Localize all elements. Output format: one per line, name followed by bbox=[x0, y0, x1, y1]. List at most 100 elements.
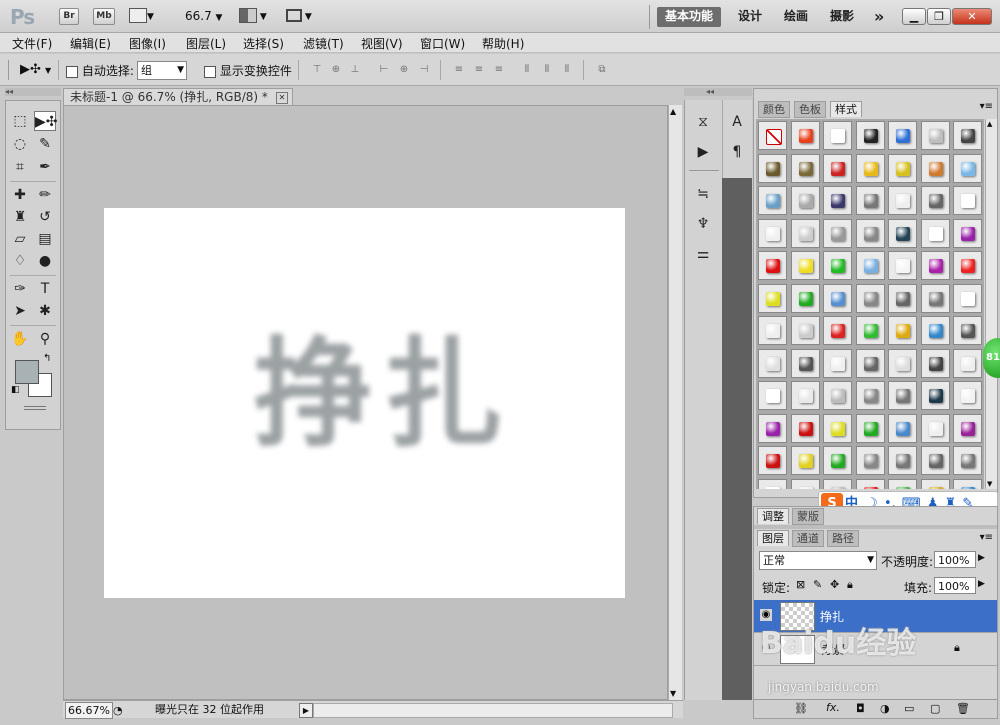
menu-help[interactable]: 帮助(H) bbox=[482, 35, 524, 52]
align-right-icon[interactable]: ⊣ bbox=[417, 64, 431, 76]
style-swatch[interactable] bbox=[888, 218, 917, 248]
style-swatch[interactable] bbox=[855, 121, 885, 150]
menu-select[interactable]: 选择(S) bbox=[243, 35, 284, 52]
style-swatch[interactable] bbox=[790, 283, 820, 313]
style-swatch[interactable] bbox=[855, 413, 885, 443]
vertical-scrollbar[interactable]: ▲ ▼ bbox=[668, 105, 682, 700]
style-swatch[interactable] bbox=[920, 446, 950, 475]
blur-tool-icon[interactable]: ♢ bbox=[9, 251, 31, 271]
adjustment-layer-icon[interactable]: ◑ bbox=[880, 702, 890, 715]
quick-selection-tool-icon[interactable]: ✎ bbox=[34, 134, 56, 154]
fill-slider-arrow-icon[interactable]: ▶ bbox=[978, 579, 985, 589]
style-swatch[interactable] bbox=[953, 121, 982, 150]
path-selection-tool-icon[interactable]: ➤ bbox=[9, 301, 31, 321]
tab-channels[interactable]: 通道 bbox=[792, 530, 824, 547]
auto-align-layers-icon[interactable]: ⧉ bbox=[595, 64, 609, 76]
style-swatch[interactable] bbox=[888, 153, 917, 183]
quick-mask-icon[interactable] bbox=[24, 406, 46, 410]
paragraph-panel-icon[interactable]: ¶ bbox=[727, 142, 747, 162]
style-swatch[interactable] bbox=[920, 478, 950, 489]
gradient-tool-icon[interactable]: ▤ bbox=[34, 229, 56, 249]
bridge-button[interactable]: Br bbox=[59, 8, 79, 25]
menu-window[interactable]: 窗口(W) bbox=[420, 35, 465, 52]
mini-bridge-button[interactable]: Mb bbox=[93, 8, 115, 25]
style-swatch[interactable] bbox=[823, 251, 852, 280]
style-swatch[interactable] bbox=[888, 316, 917, 345]
zoom-status-field[interactable]: 66.67% bbox=[65, 702, 113, 719]
align-vertical-center-icon[interactable]: ⊕ bbox=[329, 64, 343, 76]
crop-tool-icon[interactable]: ⌗ bbox=[9, 157, 31, 177]
align-bottom-icon[interactable]: ⊥ bbox=[348, 64, 362, 76]
style-swatch[interactable] bbox=[920, 413, 950, 443]
scroll-down-icon[interactable]: ▼ bbox=[670, 689, 676, 698]
style-swatch[interactable] bbox=[888, 446, 917, 475]
tab-adjustments[interactable]: 调整 bbox=[757, 508, 789, 524]
healing-brush-tool-icon[interactable]: ✚ bbox=[9, 185, 31, 205]
lock-all-icon[interactable]: 🔒︎ bbox=[847, 578, 853, 592]
link-layers-icon[interactable]: ⛓ bbox=[794, 702, 808, 715]
style-swatch[interactable] bbox=[855, 381, 885, 410]
close-button[interactable]: ✕ bbox=[952, 8, 992, 25]
panel-menu-icon[interactable]: ▾≡ bbox=[980, 532, 993, 543]
style-swatch[interactable] bbox=[790, 316, 820, 345]
style-swatch[interactable] bbox=[790, 186, 820, 215]
style-swatch[interactable] bbox=[888, 186, 917, 215]
style-swatch[interactable] bbox=[758, 478, 787, 489]
show-transform-controls-checkbox[interactable]: 显示变换控件 bbox=[204, 62, 292, 79]
style-swatch[interactable] bbox=[790, 153, 820, 183]
style-swatch[interactable] bbox=[855, 316, 885, 345]
clone-source-panel-icon[interactable]: ♆ bbox=[693, 214, 713, 234]
style-swatch[interactable] bbox=[855, 446, 885, 475]
style-swatch[interactable] bbox=[855, 283, 885, 313]
auto-select-mode-select[interactable]: 组 ▼ bbox=[137, 61, 187, 80]
style-swatch[interactable] bbox=[855, 251, 885, 280]
style-swatch[interactable] bbox=[823, 186, 852, 215]
distribute-top-icon[interactable]: ≡ bbox=[452, 64, 466, 76]
style-swatch[interactable] bbox=[758, 283, 787, 313]
type-tool-icon[interactable]: T bbox=[34, 279, 56, 299]
distribute-left-icon[interactable]: ⦀ bbox=[520, 64, 534, 76]
view-extras-dropdown[interactable]: ▼ bbox=[129, 8, 161, 25]
tab-swatches[interactable]: 色板 bbox=[794, 101, 826, 118]
actions-panel-icon[interactable]: ▶ bbox=[693, 142, 713, 162]
menu-filter[interactable]: 滤镜(T) bbox=[303, 35, 344, 52]
distribute-right-icon[interactable]: ⦀ bbox=[560, 64, 574, 76]
style-swatch[interactable] bbox=[790, 218, 820, 248]
style-swatch[interactable] bbox=[920, 153, 950, 183]
style-swatch[interactable] bbox=[758, 413, 787, 443]
style-swatch[interactable] bbox=[953, 218, 982, 248]
tab-layers[interactable]: 图层 bbox=[757, 530, 789, 546]
style-swatch[interactable] bbox=[823, 283, 852, 313]
blend-mode-select[interactable]: 正常 ▼ bbox=[759, 551, 877, 570]
default-colors-icon[interactable]: ◧ bbox=[11, 385, 20, 395]
menu-file[interactable]: 文件(F) bbox=[12, 35, 52, 52]
style-swatch[interactable] bbox=[953, 413, 982, 443]
brush-presets-panel-icon[interactable]: ≒ bbox=[693, 184, 713, 204]
style-swatch[interactable] bbox=[790, 446, 820, 475]
tab-styles[interactable]: 样式 bbox=[830, 101, 862, 117]
history-brush-tool-icon[interactable]: ↺ bbox=[34, 207, 56, 227]
dock-header[interactable]: ◂◂ bbox=[684, 88, 752, 96]
style-swatch[interactable] bbox=[953, 381, 982, 410]
character-panel-icon[interactable]: A bbox=[727, 112, 747, 132]
opacity-input[interactable]: 100% bbox=[934, 551, 976, 568]
style-swatch[interactable] bbox=[920, 186, 950, 215]
style-swatch[interactable] bbox=[953, 186, 982, 215]
arrange-documents-dropdown[interactable]: ▼ bbox=[239, 8, 273, 25]
style-swatch[interactable] bbox=[758, 121, 787, 150]
brush-tool-icon[interactable]: ✏ bbox=[34, 185, 56, 205]
menu-edit[interactable]: 编辑(E) bbox=[70, 35, 111, 52]
custom-shape-tool-icon[interactable]: ✱ bbox=[34, 301, 56, 321]
delete-layer-icon[interactable]: 🗑︎ bbox=[956, 702, 970, 715]
tab-masks[interactable]: 蒙版 bbox=[792, 508, 824, 525]
minimize-button[interactable]: ▁ bbox=[902, 8, 926, 25]
lasso-tool-icon[interactable]: ◌ bbox=[9, 134, 31, 154]
style-swatch[interactable] bbox=[758, 218, 787, 248]
new-group-icon[interactable]: ▭ bbox=[904, 702, 914, 715]
style-swatch[interactable] bbox=[920, 283, 950, 313]
workspace-photography[interactable]: 摄影 bbox=[822, 7, 862, 27]
style-swatch[interactable] bbox=[953, 283, 982, 313]
pen-tool-icon[interactable]: ✑ bbox=[9, 279, 31, 299]
style-swatch[interactable] bbox=[855, 218, 885, 248]
opacity-slider-arrow-icon[interactable]: ▶ bbox=[978, 553, 985, 563]
